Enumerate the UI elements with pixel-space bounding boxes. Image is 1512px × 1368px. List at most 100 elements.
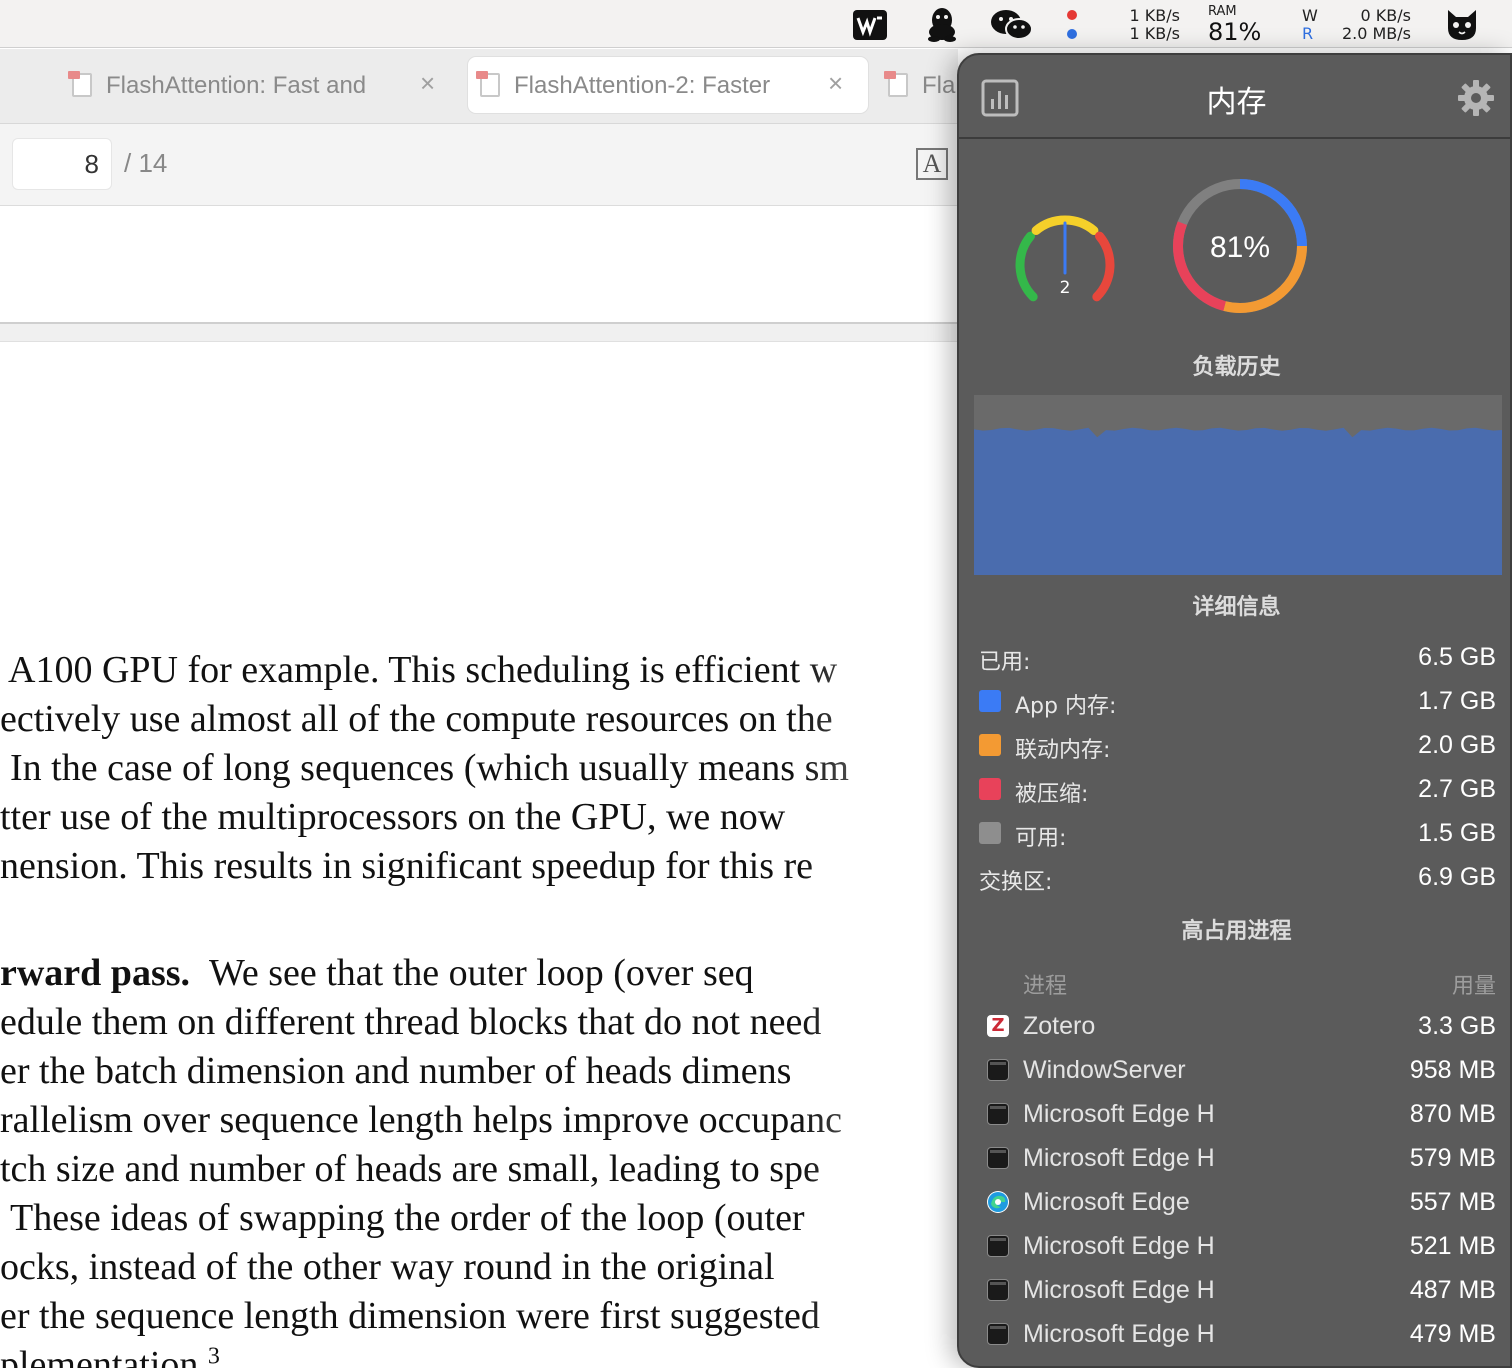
terminal-icon [987, 1235, 1009, 1257]
net-up-value: 1 KB/s [1129, 6, 1180, 25]
detail-value: 1.5 GB [1418, 819, 1496, 847]
detail-label: App 内存: [1015, 694, 1117, 719]
previous-page-bottom [0, 206, 958, 324]
process-usage: 557 MB [1409, 1188, 1496, 1216]
qq-penguin-icon[interactable] [926, 6, 958, 42]
tab-title: FlashAttention: Fast and [106, 72, 367, 99]
zotero-icon: Z [987, 1015, 1009, 1037]
ram-label: RAM [1208, 4, 1237, 19]
wechat-icon[interactable] [990, 8, 1034, 42]
detail-color-swatch [979, 734, 1001, 756]
history-area [974, 427, 1502, 575]
page-total: / 14 [124, 148, 168, 178]
detail-label: 已用: [979, 650, 1031, 675]
panel-title: 内存 [1206, 85, 1267, 120]
tab-bar: FlashAttention: Fast and × FlashAttentio… [0, 49, 958, 124]
tab-fla[interactable]: Fla [876, 57, 958, 113]
doc-line: A100 GPU for example. This scheduling is… [8, 649, 838, 691]
doc-line: These ideas of swapping the order of the… [10, 1197, 805, 1239]
network-speed[interactable]: 1 KB/s 1 KB/s [1100, 7, 1180, 43]
page-number-input[interactable]: 8 [12, 138, 112, 190]
process-name: WindowServer [1023, 1056, 1186, 1084]
process-usage: 3.3 GB [1418, 1012, 1496, 1040]
ring-label: 81% [1210, 231, 1270, 264]
ram-indicator[interactable]: RAM 81% [1208, 4, 1268, 46]
menu-bar: 1 KB/s 1 KB/s RAM 81% W R 0 KB/s 2.0 MB/… [0, 0, 1512, 48]
pdf-file-icon [884, 71, 908, 97]
doc-line: ocks, instead of the other way round in … [0, 1246, 775, 1288]
process-name: Microsoft Edge H [1023, 1276, 1215, 1304]
doc-line: In the case of long sequences (which usu… [10, 747, 849, 789]
cat-avatar-icon[interactable] [1444, 6, 1480, 42]
detail-label: 联动内存: [1015, 738, 1111, 763]
gauge-arc-red [1092, 231, 1115, 302]
details-title: 详细信息 [1192, 595, 1281, 620]
doc-line: rallelism over sequence length helps imp… [0, 1099, 843, 1141]
tab-flashattention-1[interactable]: FlashAttention: Fast and × [60, 57, 460, 113]
detail-color-swatch [979, 690, 1001, 712]
net-down-value: 1 KB/s [1129, 24, 1180, 43]
doc-line: edule them on different thread blocks th… [0, 1001, 822, 1043]
pdf-file-icon [476, 71, 500, 97]
process-usage: 487 MB [1409, 1276, 1496, 1304]
edge-icon [987, 1191, 1009, 1213]
detail-value: 2.7 GB [1418, 775, 1496, 803]
doc-line: nension. This results in significant spe… [0, 845, 814, 887]
detail-label: 交换区: [979, 870, 1053, 895]
close-icon[interactable]: × [828, 69, 843, 97]
wps-office-icon[interactable] [853, 10, 887, 40]
close-icon[interactable]: × [420, 69, 435, 97]
tab-flashattention-2[interactable]: FlashAttention-2: Faster × [468, 57, 868, 113]
process-name: Zotero [1023, 1012, 1096, 1040]
gear-icon[interactable] [1457, 79, 1495, 117]
process-usage: 958 MB [1409, 1056, 1496, 1084]
page-gap [0, 324, 958, 342]
process-usage: 521 MB [1409, 1232, 1496, 1260]
process-row[interactable]: Microsoft Edge 557 MB [959, 1187, 1510, 1227]
ram-value: 81% [1208, 18, 1262, 46]
process-name: Microsoft Edge H [1023, 1144, 1215, 1172]
detail-value: 2.0 GB [1418, 731, 1496, 759]
doc-line: er the sequence length dimension were fi… [0, 1295, 820, 1337]
terminal-icon [987, 1279, 1009, 1301]
doc-heading-continuation: We see that the outer loop (over seq [209, 952, 754, 994]
detail-value: 6.5 GB [1418, 643, 1496, 671]
doc-line-last: plementation.3 [0, 1343, 220, 1368]
process-row[interactable]: Microsoft Edge H 487 MB [959, 1275, 1510, 1315]
detail-color-swatch [979, 778, 1001, 800]
panel-shadow-overlay [798, 343, 958, 1368]
process-name: Microsoft Edge H [1023, 1232, 1215, 1260]
doc-footnote-mark: 3 [207, 1343, 220, 1368]
memory-usage-ring: 81% [1173, 179, 1307, 313]
process-row[interactable]: Microsoft Edge H 579 MB [959, 1143, 1510, 1183]
disk-activity[interactable]: W R 0 KB/s 2.0 MB/s [1300, 7, 1415, 43]
detail-label: 可用: [1015, 826, 1067, 851]
process-usage: 479 MB [1409, 1320, 1496, 1348]
pdf-page: A100 GPU for example. This scheduling is… [0, 343, 958, 1368]
doc-line: tter use of the multiprocessors on the G… [0, 796, 786, 838]
process-column-usage: 用量 [1451, 974, 1496, 999]
gauge-arc-green [1015, 231, 1038, 302]
load-history-chart [974, 395, 1502, 575]
process-name: Microsoft Edge H [1023, 1320, 1215, 1348]
reader-toolbar: 8 / 14 A [0, 124, 958, 206]
process-row[interactable]: Microsoft Edge H 870 MB [959, 1099, 1510, 1139]
processes-title: 高占用进程 [1181, 919, 1292, 944]
pdf-file-icon [68, 71, 92, 97]
doc-paragraph-head: rward pass. We see that the outer loop (… [0, 951, 754, 995]
process-row[interactable]: Microsoft Edge H 521 MB [959, 1231, 1510, 1271]
terminal-icon [987, 1147, 1009, 1169]
process-column-name: 进程 [1023, 974, 1068, 999]
terminal-icon [987, 1059, 1009, 1081]
activity-dots-icon[interactable] [1066, 9, 1078, 41]
panel-header: 内存 [959, 55, 1510, 139]
detail-label: 被压缩: [1015, 782, 1089, 807]
font-style-icon[interactable]: A [916, 148, 948, 180]
pressure-gauge: 2 [1015, 215, 1115, 302]
doc-bold-heading: rward pass. [0, 952, 191, 994]
process-name: Microsoft Edge [1023, 1188, 1190, 1216]
process-row[interactable]: WindowServer 958 MB [959, 1055, 1510, 1095]
process-row[interactable]: Microsoft Edge H 479 MB [959, 1319, 1510, 1359]
process-row[interactable]: Z Zotero 3.3 GB [959, 1011, 1510, 1051]
gauge-value: 2 [1060, 278, 1071, 298]
